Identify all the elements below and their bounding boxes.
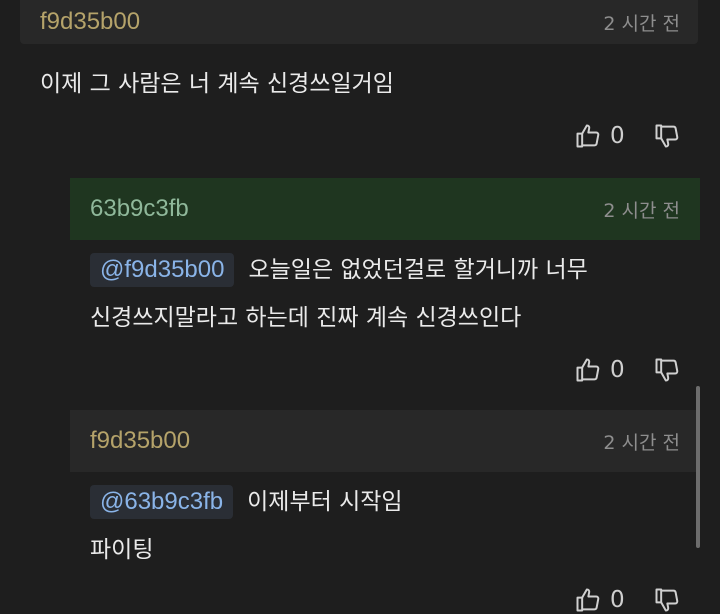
dislike-button[interactable] [653, 122, 681, 150]
vote-bar: 0 [574, 356, 681, 384]
vote-bar: 0 [574, 122, 681, 150]
reply-username[interactable]: 63b9c3fb [90, 195, 189, 223]
mention-tag[interactable]: @f9d35b00 [90, 253, 235, 287]
thumbs-up-icon [576, 588, 600, 612]
reply-text: @f9d35b00 오늘일은 없었던걸로 할거니까 너무 신경쓰지말라고 하는데 … [90, 246, 690, 342]
like-count: 0 [610, 357, 625, 383]
comment-header: f9d35b00 2 시간 전 [20, 0, 698, 44]
like-button[interactable]: 0 [574, 122, 625, 150]
reply-header: f9d35b00 2 시간 전 [70, 410, 700, 472]
thumbs-down-icon [655, 588, 678, 612]
dislike-button[interactable] [653, 356, 681, 384]
thumbs-up-icon [576, 358, 600, 382]
thumbs-down-icon [655, 358, 678, 382]
like-button[interactable]: 0 [574, 356, 625, 384]
comment-username[interactable]: f9d35b00 [40, 8, 140, 36]
reply-timestamp: 2 시간 전 [603, 199, 680, 222]
mention-tag[interactable]: @63b9c3fb [90, 485, 234, 519]
vote-bar: 0 [574, 586, 681, 614]
reply-text: @63b9c3fb 이제부터 시작임 파이팅 [90, 478, 690, 574]
thumbs-up-icon [576, 124, 600, 148]
reply-text-line: 신경쓰지말라고 하는데 진짜 계속 신경쓰인다 [90, 305, 522, 331]
reply-text-line: 오늘일은 없었던걸로 할거니까 너무 [248, 257, 588, 283]
like-count: 0 [610, 587, 625, 613]
reply-line-1: @63b9c3fb 이제부터 시작임 [90, 478, 690, 526]
reply-header: 63b9c3fb 2 시간 전 [70, 178, 700, 240]
like-count: 0 [610, 123, 625, 149]
like-button[interactable]: 0 [574, 586, 625, 614]
reply-timestamp: 2 시간 전 [603, 431, 680, 454]
scrollbar-thumb[interactable] [696, 386, 700, 548]
thumbs-down-icon [655, 124, 678, 148]
reply-line-1: @f9d35b00 오늘일은 없었던걸로 할거니까 너무 [90, 246, 690, 294]
comment-timestamp: 2 시간 전 [603, 12, 680, 35]
comment-text: 이제 그 사람은 너 계속 신경쓰일거임 [40, 71, 394, 97]
reply-text-line: 이제부터 시작임 [247, 489, 403, 515]
dislike-button[interactable] [653, 586, 681, 614]
reply-text-line: 파이팅 [90, 537, 154, 563]
reply-username[interactable]: f9d35b00 [90, 427, 190, 455]
